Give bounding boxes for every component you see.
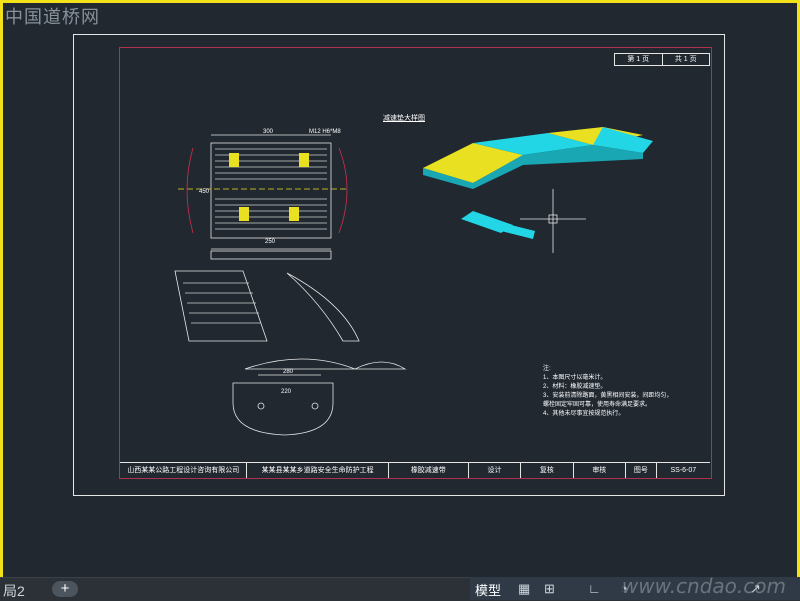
dim-bottom-width: 280 <box>283 369 294 375</box>
note-1: 1、本图尺寸以毫米计。 <box>543 375 607 381</box>
snap-icon[interactable]: ⊞ <box>544 581 555 597</box>
notes-block: 注: 1、本图尺寸以毫米计。 2、材料：橡胶减速垫。 3、安装前清除路面，黄黑相… <box>543 365 672 419</box>
note-3b: 螺栓固定牢固可靠，使用寿命满足要求。 <box>543 402 652 408</box>
tb-drawing-no: SS-6-07 <box>670 467 697 474</box>
tb-drawing-no-label: 图号 <box>626 463 657 478</box>
grid-icon[interactable]: ▦ <box>518 581 530 597</box>
watermark-site-url: www.cndao.com <box>621 574 786 598</box>
tab-layout2[interactable]: 局2 <box>3 581 25 601</box>
tb-drawing-name: 橡胶减速带 <box>389 463 469 478</box>
tb-review: 审核 <box>574 463 627 478</box>
tb-design: 设计 <box>469 463 522 478</box>
drawing-canvas[interactable]: 中国道桥网 第 1 页 共 1 页 减速垫大样图 300 M12 H6*M8 4… <box>3 3 797 577</box>
endcap-view <box>232 374 334 436</box>
section-views <box>174 270 407 370</box>
tb-check: 复核 <box>521 463 574 478</box>
tb-project: 某某县某某乡道路安全生命防护工程 <box>247 463 389 478</box>
dim-mid-width: 250 <box>265 239 276 245</box>
note-2: 2、材料：橡胶减速垫。 <box>543 384 607 390</box>
perspective-view <box>423 127 653 239</box>
dim-bolt: M12 H6*M8 <box>309 129 341 135</box>
drawing-graphics: 300 M12 H6*M8 450 250 280 220 <box>174 127 653 436</box>
crosshair-cursor <box>520 189 586 253</box>
dim-left-height: 450 <box>199 189 210 195</box>
notes-label: 注: <box>543 366 551 372</box>
dim-bottom-width2: 220 <box>281 389 292 395</box>
note-4: 4、其他未尽事宜按规范执行。 <box>543 411 625 417</box>
plan-view <box>178 134 348 260</box>
tb-company: 山西某某公路工程设计咨询有限公司 <box>120 463 248 478</box>
model-space-button[interactable]: 模型 <box>475 580 501 599</box>
dim-top-width: 300 <box>263 129 274 135</box>
note-3: 3、安装前清除路面，黄黑相间安装，间距均匀， <box>543 393 673 399</box>
ortho-icon[interactable]: ∟ <box>588 581 601 596</box>
add-layout-button[interactable]: + <box>52 581 78 597</box>
title-block: 山西某某公路工程设计咨询有限公司 某某县某某乡道路安全生命防护工程 橡胶减速带 … <box>120 462 710 478</box>
